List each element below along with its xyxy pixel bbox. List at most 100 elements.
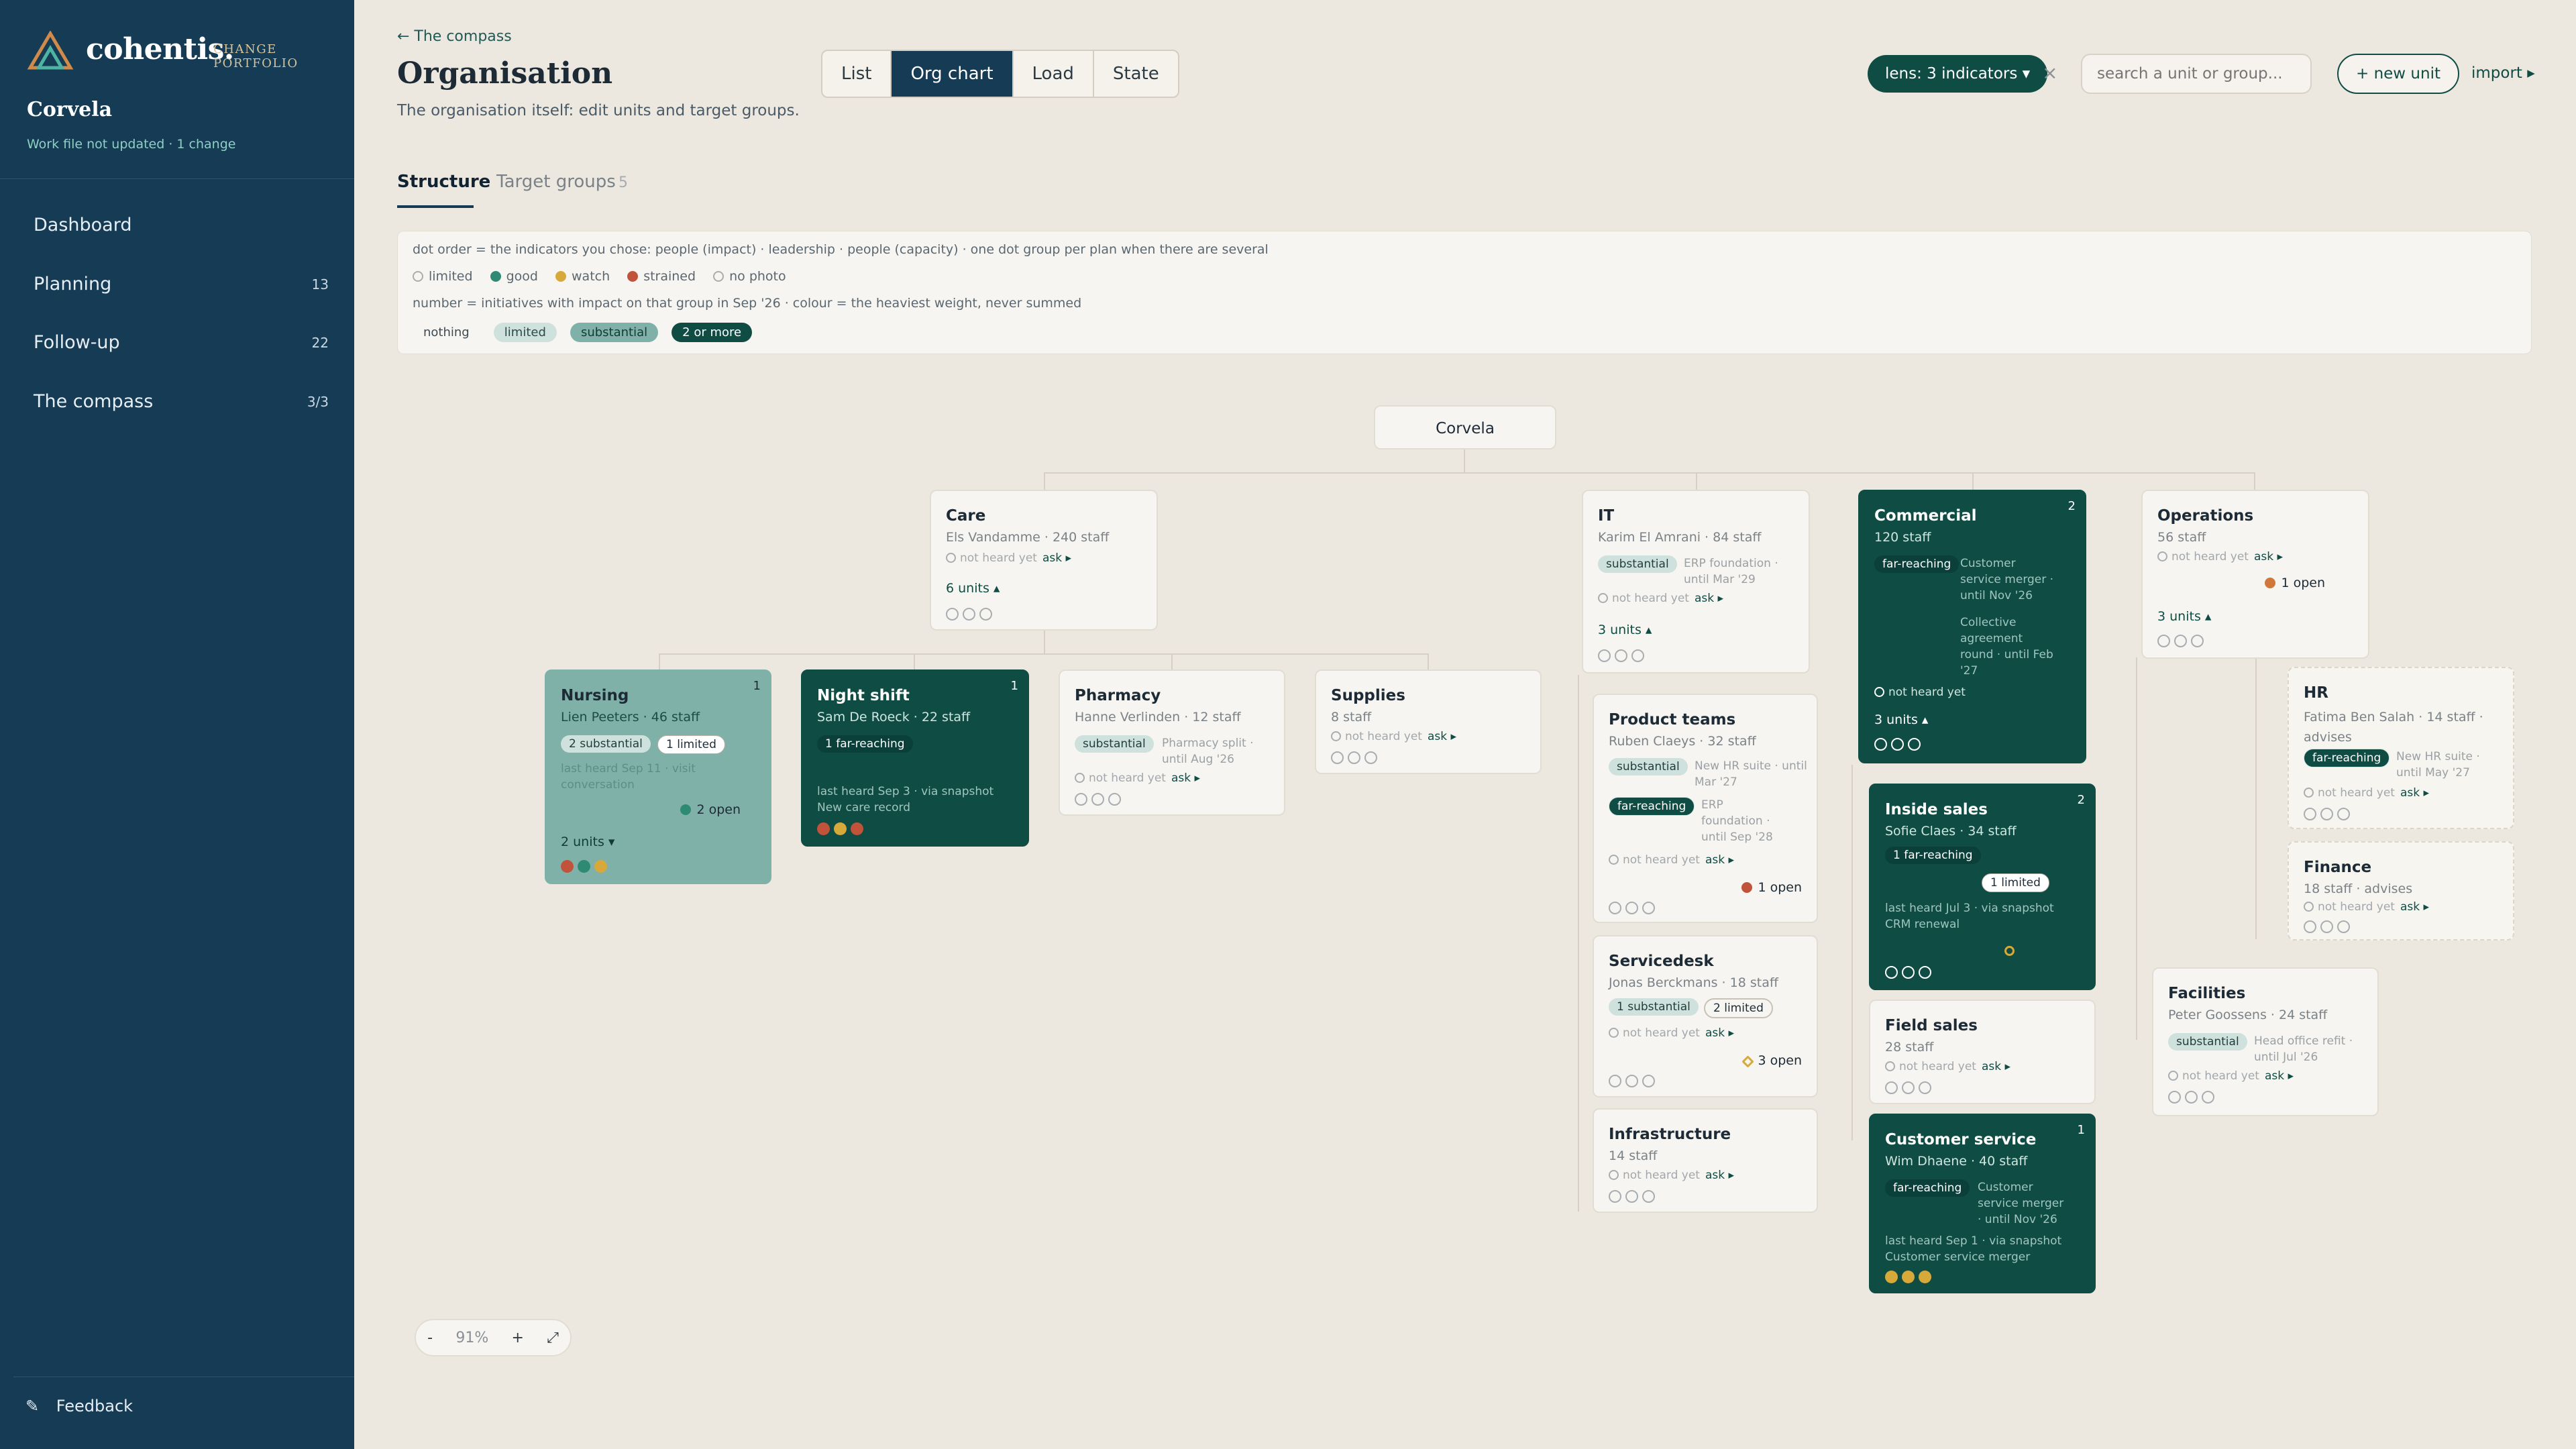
unit-card-pharmacy[interactable]: Pharmacy Hanne Verlinden · 12 staff subs…	[1059, 669, 1285, 816]
unit-card-supplies[interactable]: Supplies 8 staff not heard yet ask ▸	[1315, 669, 1542, 774]
view-tab-state[interactable]: State	[1094, 51, 1178, 97]
diamond-icon	[1741, 1055, 1755, 1068]
indicator-dots	[1885, 966, 1931, 979]
ask-link[interactable]: ask ▸	[1705, 1169, 1734, 1182]
unit-card-night-shift[interactable]: Night shift Sam De Roeck · 22 staff 1 1 …	[801, 669, 1029, 847]
org-root-node[interactable]: Corvela	[1374, 405, 1556, 449]
unit-card-commercial[interactable]: Commercial 120 staff 2 far-reaching Cust…	[1858, 490, 2086, 763]
lens-dropdown[interactable]: lens: 3 indicators ▾	[1868, 55, 2048, 93]
unit-card-nursing[interactable]: Nursing Lien Peeters · 46 staff 1 2 subs…	[545, 669, 771, 884]
unit-subtitle: 14 staff	[1609, 1148, 1658, 1163]
not-heard-icon	[2304, 902, 2314, 912]
unit-card-servicedesk[interactable]: Servicedesk Jonas Berckmans · 18 staff 1…	[1593, 935, 1818, 1097]
unit-subtitle: Karim El Amrani · 84 staff	[1598, 530, 1762, 545]
indicator-dots	[2304, 920, 2350, 933]
good-icon	[680, 804, 692, 815]
fit-screen-icon[interactable]: ⤢	[547, 1330, 559, 1346]
ask-link[interactable]: ask ▸	[2265, 1069, 2294, 1083]
weight-chip: substantial	[2168, 1033, 2247, 1051]
connector	[1972, 472, 1974, 490]
not-heard-icon	[1075, 773, 1085, 783]
view-tab-org-chart[interactable]: Org chart	[892, 51, 1014, 97]
not-heard-icon	[1609, 1170, 1619, 1180]
ask-link[interactable]: ask ▸	[1705, 853, 1734, 867]
unit-card-care[interactable]: Care Els Vandamme · 240 staff not heard …	[930, 490, 1158, 631]
legend-state-label: good	[506, 269, 538, 284]
weight-chip: 1 far-reaching	[1885, 847, 1981, 864]
unit-card-facilities[interactable]: Facilities Peter Goossens · 24 staff sub…	[2152, 967, 2379, 1116]
target-groups-count: 5	[619, 174, 628, 191]
ask-link[interactable]: ask ▸	[1695, 592, 1723, 605]
unit-subtitle: Ruben Claeys · 32 staff	[1609, 734, 1756, 749]
ask-link[interactable]: ask ▸	[1171, 771, 1200, 785]
last-heard-note: last heard Jul 3 · via snapshot	[1885, 902, 2054, 915]
units-toggle[interactable]: 3 units ▴	[2157, 609, 2211, 624]
units-toggle[interactable]: 6 units ▴	[946, 581, 1000, 596]
open-items[interactable]: 2 open	[680, 802, 741, 817]
org-name[interactable]: Corvela	[27, 98, 112, 121]
indicator-dots	[1598, 649, 1644, 662]
connector	[914, 653, 915, 669]
workfile-status[interactable]: Work file not updated · 1 change	[27, 137, 235, 152]
unit-card-customer-service[interactable]: Customer service Wim Dhaene · 40 staff 1…	[1869, 1114, 2096, 1293]
weight-chip: substantial	[1075, 735, 1154, 753]
not-heard-icon	[1609, 855, 1619, 865]
zoom-out-button[interactable]: -	[427, 1330, 433, 1346]
initiative-count-badge: 1	[2077, 1123, 2085, 1137]
not-heard-icon	[1598, 593, 1608, 603]
connector	[1464, 448, 1465, 472]
open-items[interactable]: 1 open	[1741, 880, 1802, 895]
org-root-label: Corvela	[1436, 420, 1495, 437]
unit-card-hr[interactable]: HR Fatima Ben Salah · 14 staff · advises…	[2288, 667, 2514, 829]
sidebar-item-label: Follow-up	[34, 332, 120, 353]
unit-subtitle: Jonas Berckmans · 18 staff	[1609, 975, 1778, 990]
zoom-in-button[interactable]: +	[512, 1330, 524, 1346]
unit-card-field-sales[interactable]: Field sales 28 staff not heard yet ask ▸	[1869, 1000, 2096, 1104]
ask-link[interactable]: ask ▸	[2400, 786, 2429, 800]
ask-link[interactable]: ask ▸	[1705, 1026, 1734, 1040]
indicator-dots	[1075, 793, 1121, 806]
unit-subtitle: 8 staff	[1331, 710, 1372, 724]
open-items[interactable]: 1 open	[2265, 576, 2325, 590]
ask-link[interactable]: ask ▸	[1982, 1060, 2010, 1073]
units-toggle[interactable]: 3 units ▴	[1598, 623, 1652, 637]
sidebar-item-follow-up[interactable]: Follow-up 22	[34, 332, 329, 359]
units-toggle[interactable]: 2 units ▾	[561, 835, 614, 849]
sidebar-item-planning[interactable]: Planning 13	[34, 274, 329, 301]
search-input[interactable]	[2081, 54, 2312, 94]
view-tab-list[interactable]: List	[822, 51, 892, 97]
unit-card-infrastructure[interactable]: Infrastructure 14 staff not heard yet ask…	[1593, 1108, 1818, 1213]
tab-target-groups[interactable]: Target groups	[496, 172, 616, 192]
ask-link[interactable]: ask ▸	[2400, 900, 2429, 914]
new-unit-button[interactable]: + new unit	[2337, 54, 2459, 94]
brand-name: cohentis.	[86, 32, 234, 66]
unit-card-operations[interactable]: Operations 56 staff not heard yet ask ▸ 1…	[2141, 490, 2369, 659]
indicator-dots	[1874, 738, 1921, 751]
unit-card-finance[interactable]: Finance 18 staff · advises not heard yet…	[2288, 841, 2514, 941]
unit-card-product-teams[interactable]: Product teams Ruben Claeys · 32 staff su…	[1593, 694, 1818, 923]
sidebar-item-dashboard[interactable]: Dashboard	[34, 215, 329, 241]
units-toggle[interactable]: 3 units ▴	[1874, 712, 1928, 727]
view-tab-load[interactable]: Load	[1014, 51, 1094, 97]
indicator-dots	[1609, 1190, 1655, 1203]
weight-chip: far-reaching	[1874, 555, 1960, 573]
weight-2-or-more: 2 or more	[672, 323, 753, 342]
ask-link[interactable]: ask ▸	[2254, 550, 2283, 564]
ask-link[interactable]: ask ▸	[1428, 730, 1456, 743]
unit-card-it[interactable]: IT Karim El Amrani · 84 staff substantia…	[1582, 490, 1810, 674]
feedback-link[interactable]: ✎ Feedback	[25, 1397, 133, 1415]
unit-subtitle: Fatima Ben Salah · 14 staff · advises	[2304, 710, 2483, 745]
tab-structure[interactable]: Structure	[397, 172, 490, 192]
heard-status: not heard yet ask ▸	[1075, 771, 1200, 785]
back-link[interactable]: ← The compass	[397, 28, 512, 45]
ask-link[interactable]: ask ▸	[1042, 551, 1071, 565]
open-label: 1 open	[2281, 576, 2325, 590]
open-items[interactable]: 3 open	[1741, 1053, 1802, 1068]
import-link[interactable]: import ▸	[2471, 64, 2535, 82]
initiative-note: ERP foundation · until Mar '29	[1684, 557, 1778, 586]
unit-card-inside-sales[interactable]: Inside sales Sofie Claes · 34 staff 2 1 …	[1869, 784, 2096, 990]
legend-panel: dot order = the indicators you chose: pe…	[397, 231, 2532, 354]
weight-chip: 1 substantial	[1609, 998, 1699, 1016]
clear-lens-icon[interactable]: ×	[2042, 62, 2057, 84]
sidebar-item-compass[interactable]: The compass 3/3	[34, 391, 329, 418]
